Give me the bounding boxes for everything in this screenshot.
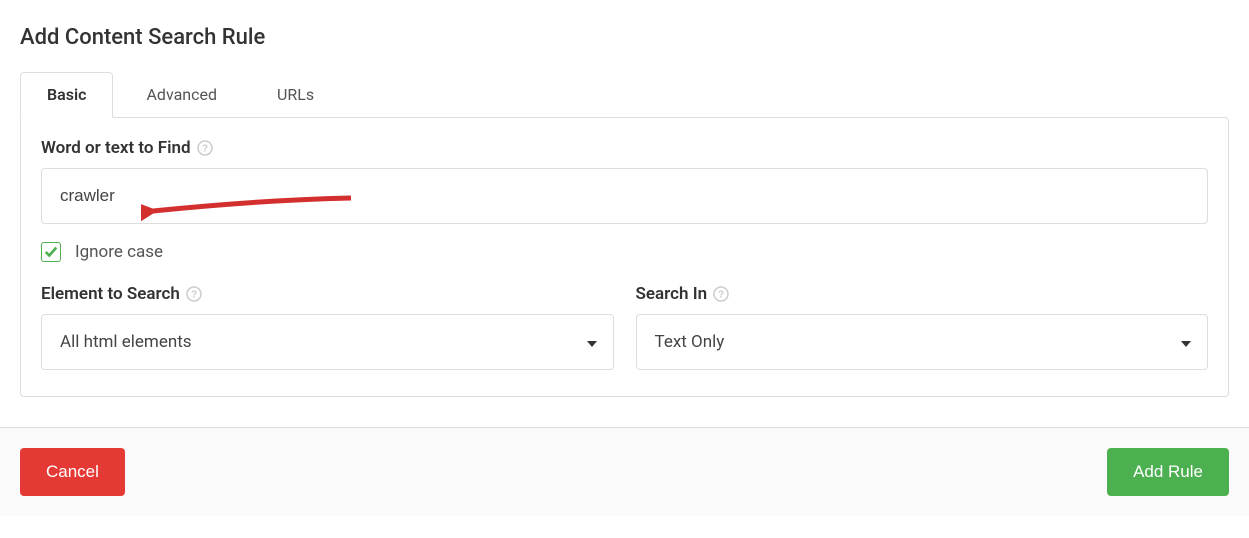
element-to-search-select[interactable]: All html elements	[41, 314, 614, 370]
dialog-footer: Cancel Add Rule	[0, 427, 1249, 516]
help-icon[interactable]: ?	[186, 286, 202, 302]
page-title: Add Content Search Rule	[20, 25, 1229, 50]
element-to-search-value: All html elements	[60, 332, 192, 352]
cancel-button[interactable]: Cancel	[20, 448, 125, 496]
svg-text:?: ?	[202, 144, 208, 155]
help-icon[interactable]: ?	[197, 140, 213, 156]
form-group-element-to-search: Element to Search ? All html elements	[41, 284, 614, 370]
add-rule-button[interactable]: Add Rule	[1107, 448, 1229, 496]
form-group-search-in: Search In ? Text Only	[636, 284, 1209, 370]
tab-panel-basic: Word or text to Find ? Ign	[20, 117, 1229, 397]
tab-basic[interactable]: Basic	[20, 72, 113, 118]
ignore-case-row: Ignore case	[41, 242, 1208, 262]
label-word-to-find: Word or text to Find	[41, 138, 191, 158]
form-group-word-to-find: Word or text to Find ?	[41, 138, 1208, 224]
caret-down-icon	[587, 332, 597, 352]
search-in-value: Text Only	[655, 332, 725, 352]
tab-urls[interactable]: URLs	[250, 72, 341, 117]
tab-list: Basic Advanced URLs	[20, 72, 1229, 117]
svg-text:?: ?	[718, 290, 724, 301]
select-row: Element to Search ? All html elements Se…	[41, 284, 1208, 370]
word-to-find-input[interactable]	[41, 168, 1208, 224]
svg-text:?: ?	[191, 290, 197, 301]
tabs-container: Basic Advanced URLs Word or text to Find…	[20, 72, 1229, 397]
ignore-case-checkbox[interactable]	[41, 242, 61, 262]
label-element-to-search: Element to Search	[41, 284, 180, 304]
ignore-case-label: Ignore case	[75, 242, 163, 262]
label-search-in: Search In	[636, 284, 708, 304]
search-in-select[interactable]: Text Only	[636, 314, 1209, 370]
tab-advanced[interactable]: Advanced	[119, 72, 244, 117]
caret-down-icon	[1181, 332, 1191, 352]
help-icon[interactable]: ?	[713, 286, 729, 302]
